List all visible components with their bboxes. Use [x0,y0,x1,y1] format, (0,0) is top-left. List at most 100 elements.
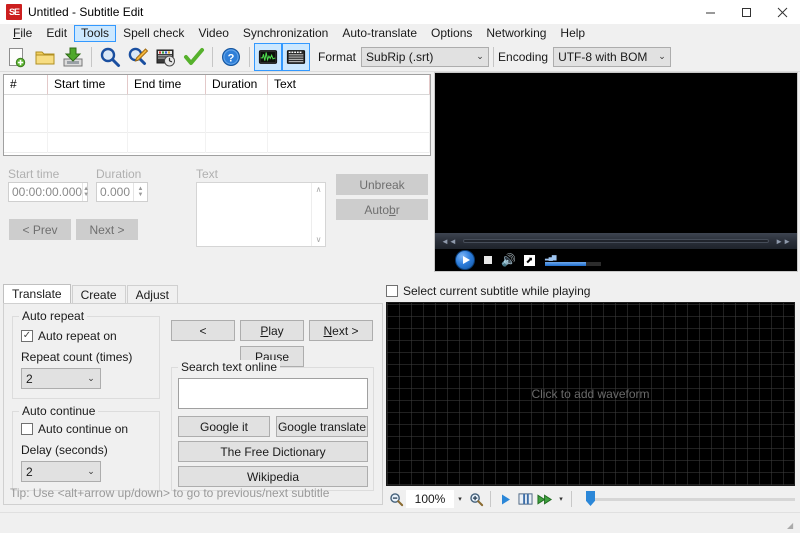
resize-grip-icon[interactable]: ◢ [787,521,797,531]
menu-file[interactable]: FFileile [6,25,39,42]
visual-sync-icon[interactable] [152,43,180,71]
menu-auto-translate[interactable]: Auto-translate [335,25,424,42]
auto-continue-checkbox-label: Auto continue on [38,422,129,436]
minimize-button[interactable] [692,0,728,24]
video-player[interactable]: ◄◄ ►► 🔊 ⬈ ▂▄▆ [434,72,798,272]
waveform-toggle-icon[interactable] [254,42,282,71]
video-seek-bar[interactable]: ◄◄ ►► [435,233,797,249]
tab-create[interactable]: Create [71,285,126,304]
auto-br-button[interactable]: Auto br [336,199,428,220]
fast-forward-icon[interactable] [535,489,555,509]
select-current-subtitle-label: Select current subtitle while playing [403,284,591,298]
scene-change-icon[interactable] [515,489,535,509]
stop-icon[interactable] [484,256,492,264]
format-select[interactable]: SubRip (.srt) ⌄ [361,46,490,67]
google-it-button[interactable]: Google it [178,416,270,437]
fast-forward-icon[interactable]: ►► [769,237,797,246]
help-icon[interactable]: ? [217,43,245,71]
duration-input[interactable]: 0.000 ▲ ▼ [96,182,148,202]
scroll-up-icon[interactable]: ∧ [316,185,322,194]
delay-value: 2 [26,464,33,479]
column-header-text[interactable]: Text [268,75,430,95]
repeat-count-select[interactable]: 2 ⌄ [21,368,101,389]
table-row[interactable] [4,133,430,153]
column-header-duration[interactable]: Duration [206,75,268,95]
volume-track[interactable] [544,262,601,266]
menu-tools[interactable]: Tools [74,24,117,42]
rewind-icon[interactable]: ◄◄ [435,237,463,246]
encoding-select[interactable]: UTF-8 with BOM ⌄ [553,46,672,67]
playback-next-button[interactable]: Next > [309,320,373,341]
seek-track[interactable] [462,239,770,243]
waveform-empty-text: Click to add waveform [531,387,650,401]
find-icon[interactable] [96,43,124,71]
chevron-down-icon[interactable]: ▾ [555,495,567,503]
open-icon[interactable] [31,43,59,71]
playback-prev-button[interactable]: < [171,320,235,341]
text-scrollbar[interactable]: ∧ ∨ [311,183,325,246]
new-icon[interactable] [3,43,31,71]
wikipedia-button[interactable]: Wikipedia [178,466,368,487]
google-translate-button[interactable]: Google translate [276,416,368,437]
table-row[interactable] [4,95,430,115]
column-header-start-time[interactable]: Start time [48,75,128,95]
menu-options[interactable]: Options [424,25,479,42]
next-button[interactable]: Next > [76,219,138,240]
menu-networking[interactable]: Networking [479,25,553,42]
save-icon[interactable] [59,43,87,71]
video-toggle-icon[interactable] [282,42,310,71]
chevron-down-icon: ⌄ [476,51,484,61]
delay-select[interactable]: 2 ⌄ [21,461,101,482]
spinner-arrows-icon[interactable]: ▲ ▼ [82,183,89,201]
playback-play-button[interactable]: Play [240,320,304,341]
volume-slider[interactable]: ▂▄▆ [544,254,601,266]
waveform-position-slider[interactable] [586,490,795,508]
scroll-down-icon[interactable]: ∨ [316,235,322,244]
auto-br-mnemonic: b [389,202,396,217]
format-value: SubRip (.srt) [366,49,434,64]
chevron-down-icon[interactable]: ▾ [454,495,466,503]
prev-button[interactable]: < Prev [9,219,71,240]
slider-thumb[interactable] [586,491,595,506]
tab-translate[interactable]: Translate [3,284,71,304]
spell-check-icon[interactable] [180,43,208,71]
zoom-level-value[interactable]: 100% [406,490,454,508]
subtitle-list-view[interactable]: # Start time End time Duration Text [3,74,431,156]
free-dictionary-button[interactable]: The Free Dictionary [178,441,368,462]
subtitle-text-input[interactable]: ∧ ∨ [196,182,326,247]
column-header-end-time[interactable]: End time [128,75,206,95]
menu-synchronization[interactable]: Synchronization [236,25,335,42]
video-surface[interactable] [435,73,797,233]
column-header-number[interactable]: # [4,75,48,95]
auto-repeat-checkbox[interactable]: ✓ Auto repeat on [21,329,117,343]
menu-video[interactable]: Video [191,25,235,42]
translate-tab-panel: Auto repeat ✓ Auto repeat on Repeat coun… [3,303,383,505]
toolbar-separator [91,46,92,67]
spinner-arrows-icon[interactable]: ▲ ▼ [133,183,147,201]
waveform-toolbar-separator [490,491,491,507]
menu-spell-check[interactable]: Spell check [116,25,191,42]
volume-icon[interactable]: 🔊 [501,253,516,267]
maximize-button[interactable] [728,0,764,24]
play-mnemonic: P [260,323,269,338]
table-row[interactable] [4,113,430,133]
menu-help[interactable]: Help [553,25,592,42]
zoom-out-icon[interactable] [386,489,406,509]
play-icon[interactable] [495,489,515,509]
auto-continue-checkbox[interactable]: Auto continue on [21,422,128,436]
fullscreen-icon[interactable]: ⬈ [523,254,535,266]
waveform-display[interactable]: Click to add waveform [386,302,795,486]
unbreak-button[interactable]: Unbreak [336,174,428,195]
text-label: Text [196,167,219,181]
close-button[interactable] [764,0,800,24]
replace-icon[interactable] [124,43,152,71]
menu-edit[interactable]: Edit [39,25,74,42]
auto-continue-group-title: Auto continue [19,404,99,418]
play-icon[interactable] [455,250,475,270]
select-current-subtitle-checkbox[interactable]: Select current subtitle while playing [386,284,590,298]
zoom-in-icon[interactable] [466,489,486,509]
tab-adjust[interactable]: Adjust [126,285,178,304]
start-time-input[interactable]: 00:00:00.000 ▲ ▼ [8,182,89,202]
search-text-input[interactable] [178,378,368,409]
encoding-value: UTF-8 with BOM [558,49,648,64]
